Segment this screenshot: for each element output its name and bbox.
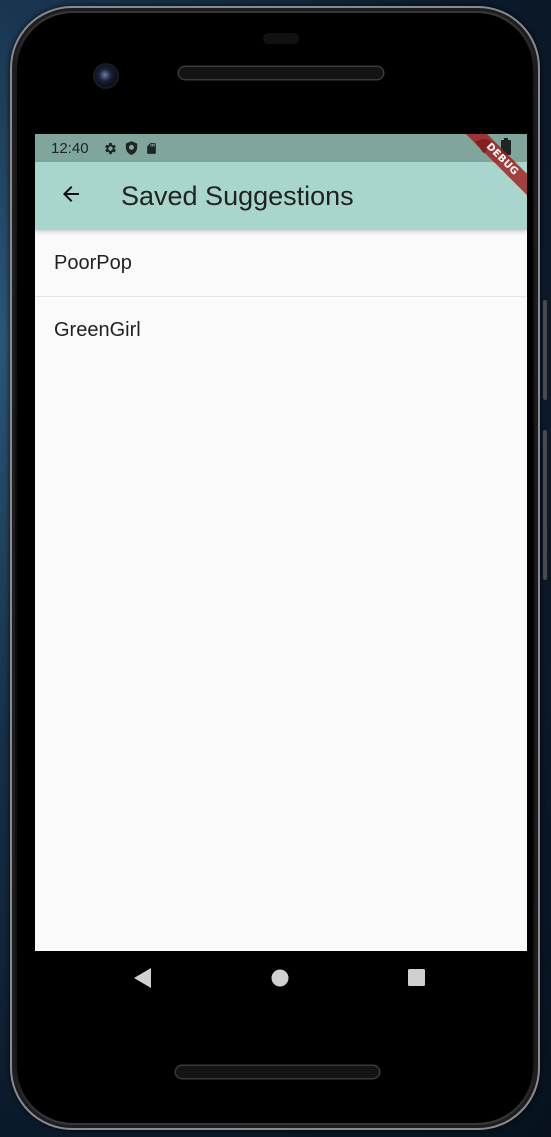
earpiece-speaker <box>179 67 383 79</box>
app-bar: Saved Suggestions <box>35 162 527 230</box>
home-circle-icon <box>271 969 289 992</box>
system-nav-bar <box>35 951 527 1009</box>
recents-square-icon <box>407 969 425 991</box>
power-button <box>543 300 547 400</box>
device-screen: 12:40 Saved Suggestions DEBUG PoorPop Gr… <box>35 134 527 951</box>
nav-back-button[interactable] <box>115 951 171 1009</box>
wifi-icon <box>475 138 493 158</box>
sd-card-icon <box>145 141 158 156</box>
status-time: 12:40 <box>51 139 89 157</box>
bottom-speaker <box>176 1066 379 1078</box>
back-button[interactable] <box>51 176 91 216</box>
page-title: Saved Suggestions <box>121 181 354 211</box>
volume-button <box>543 430 547 580</box>
status-right-icons <box>475 134 511 162</box>
back-triangle-icon <box>134 967 152 993</box>
gear-icon <box>103 141 118 156</box>
nav-recents-button[interactable] <box>388 951 444 1009</box>
battery-icon <box>501 137 511 159</box>
nav-home-button[interactable] <box>252 951 308 1009</box>
saved-suggestions-list: PoorPop GreenGirl <box>35 230 527 363</box>
list-item[interactable]: GreenGirl <box>35 297 527 363</box>
status-bar: 12:40 <box>35 134 527 162</box>
front-camera <box>95 65 117 87</box>
shield-icon <box>124 140 139 156</box>
proximity-sensor <box>263 33 299 44</box>
list-item[interactable]: PoorPop <box>35 230 527 296</box>
arrow-back-icon <box>59 182 83 211</box>
